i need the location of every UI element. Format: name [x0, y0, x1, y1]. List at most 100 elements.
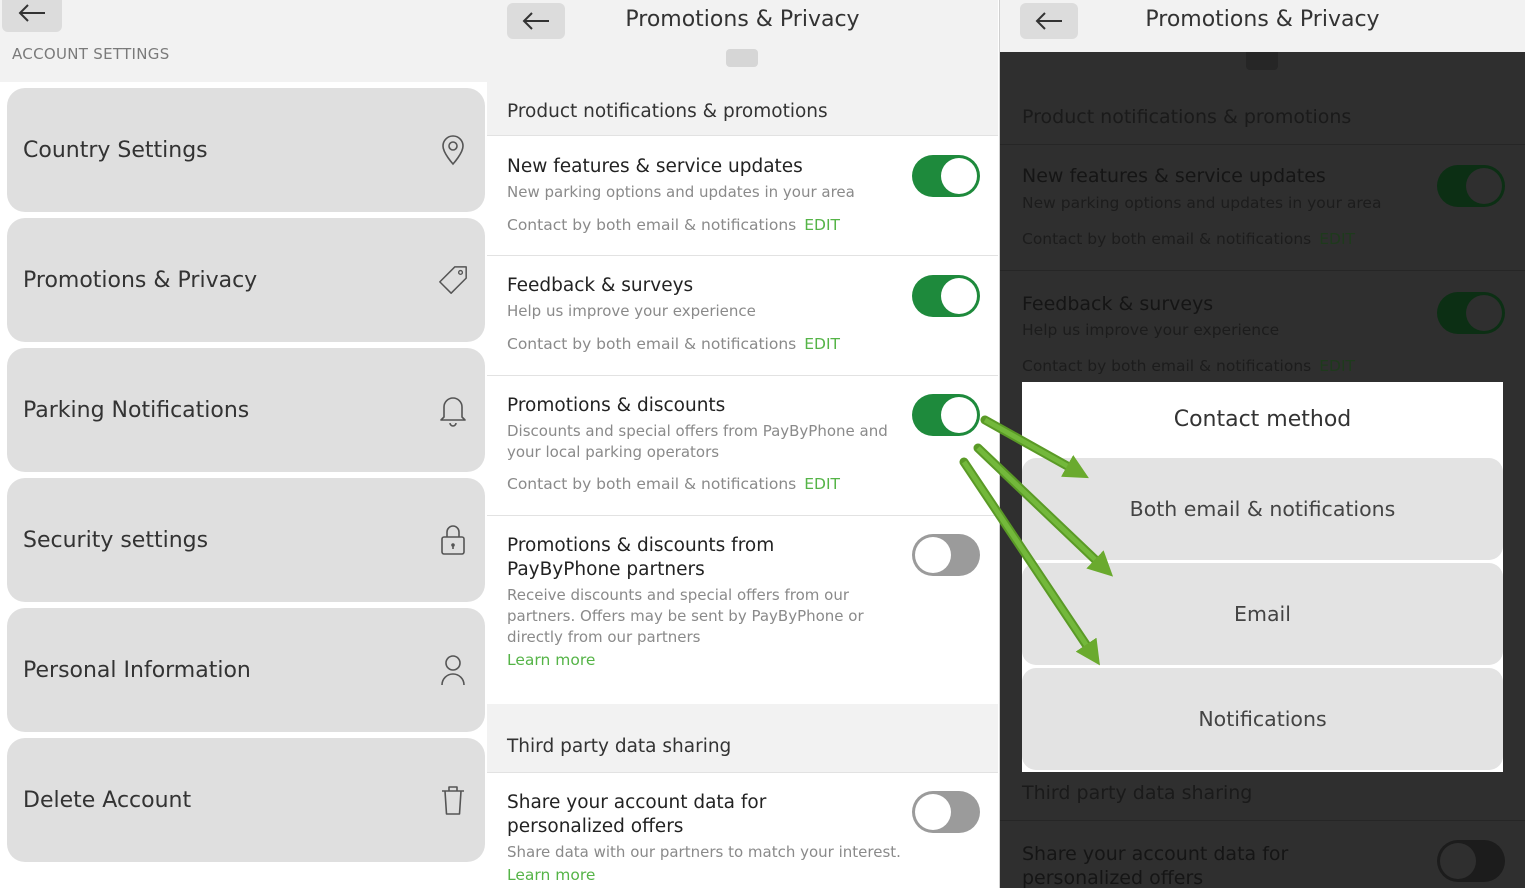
toggle-knob [1466, 168, 1502, 204]
divider [1000, 270, 1525, 271]
bell-icon [437, 394, 469, 427]
contact-line: Contact by both email & notifications EDI… [507, 335, 840, 353]
toggle-switch-partner-promotions[interactable] [912, 534, 980, 576]
page-title: Promotions & Privacy [1145, 7, 1380, 32]
contact-method-text: Contact by both email & notifications [1022, 230, 1312, 248]
settings-item-promotions[interactable]: Promotions & Privacy [7, 218, 485, 342]
promotions-privacy-panel: Promotions & Privacy Product notificatio… [487, 0, 998, 888]
contact-line: Contact by both email & notifications EDI… [507, 216, 840, 234]
row-description-line-2: partners. Offers may be sent by PayByPho… [507, 607, 864, 625]
settings-item-label: Personal Information [23, 657, 251, 683]
section-header-product-notifications: Product notifications & promotions [1022, 106, 1352, 128]
row-title: New features & service updates [1022, 165, 1326, 187]
settings-item-label: Security settings [23, 527, 209, 553]
page-title: Promotions & Privacy [625, 7, 860, 32]
contact-method-text: Contact by both email & notifications [507, 335, 797, 353]
setting-row-promotions: Promotions & discounts Discounts and spe… [487, 377, 998, 516]
contact-line: Contact by both email & notifications EDI… [1022, 357, 1355, 375]
row-description-line-1: Receive discounts and special offers fro… [507, 586, 850, 604]
row-description: Help us improve your experience [1022, 321, 1280, 339]
row-description: Share data with our partners to match yo… [507, 843, 901, 861]
trash-icon [437, 784, 469, 816]
toggle-switch-feedback[interactable] [1437, 292, 1505, 334]
row-title-line-1: Share your account data for [507, 792, 767, 813]
toggle-knob [941, 397, 977, 433]
row-description-line-2: your local parking operators [507, 443, 720, 461]
settings-item-security[interactable]: Security settings [7, 478, 485, 602]
toggle-knob [915, 794, 951, 830]
toggle-knob [915, 537, 951, 573]
toggle-knob [1466, 295, 1502, 331]
row-title: New features & service updates [507, 156, 803, 177]
row-title-line-1: Promotions & discounts from [507, 535, 775, 556]
contact-line: Contact by both email & notifications EDI… [1022, 230, 1355, 248]
setting-row-partner-promotions: Promotions & discounts from PayByPhone p… [487, 517, 998, 704]
toggle-switch-new-features[interactable] [912, 155, 980, 197]
settings-item-country[interactable]: Country Settings [7, 88, 485, 212]
drag-handle [1246, 52, 1278, 70]
row-description: New parking options and updates in your … [507, 183, 855, 201]
dialog-title: Contact method [1173, 406, 1352, 432]
edit-link[interactable]: EDIT [804, 216, 840, 234]
option-notifications[interactable]: Notifications [1022, 668, 1503, 770]
option-both-email-notifications[interactable]: Both email & notifications [1022, 458, 1503, 560]
row-description: Help us improve your experience [507, 302, 756, 320]
settings-item-delete-account[interactable]: Delete Account [7, 738, 485, 862]
tag-icon [437, 264, 469, 296]
screen-header: Promotions & Privacy [487, 0, 998, 88]
toggle-knob [941, 278, 977, 314]
row-title: Promotions & discounts [507, 395, 726, 416]
lock-icon [437, 524, 469, 556]
row-description-line-3: directly from our partners [507, 628, 701, 646]
settings-item-parking-notifications[interactable]: Parking Notifications [7, 348, 485, 472]
settings-item-label: Delete Account [23, 787, 192, 813]
edit-link[interactable]: EDIT [804, 475, 840, 493]
toggle-knob [941, 158, 977, 194]
contact-method-text: Contact by both email & notifications [1022, 357, 1312, 375]
row-title-line-1: Share your account data for [1022, 843, 1289, 865]
divider [1000, 144, 1525, 145]
settings-item-label: Promotions & Privacy [23, 267, 258, 293]
contact-method-text: Contact by both email & notifications [507, 216, 797, 234]
row-title-line-2: personalized offers [507, 816, 684, 837]
row-title-line-2: PayByPhone partners [507, 559, 705, 580]
contact-method-dialog: Contact method Both email & notification… [1022, 382, 1503, 772]
setting-row-share-data: Share your account data for personalized… [487, 774, 998, 888]
toggle-switch-share-data[interactable] [912, 791, 980, 833]
learn-more-link[interactable]: Learn more [507, 866, 595, 884]
toggle-switch-promotions[interactable] [912, 394, 980, 436]
edit-link[interactable]: EDIT [804, 335, 840, 353]
section-header-third-party: Third party data sharing [487, 704, 998, 773]
section-label: ACCOUNT SETTINGS [12, 45, 170, 63]
drag-handle [726, 49, 758, 67]
divider [1000, 820, 1525, 821]
contact-line: Contact by both email & notifications EDI… [507, 475, 840, 493]
option-email[interactable]: Email [1022, 563, 1503, 665]
toggle-switch-feedback[interactable] [912, 275, 980, 317]
row-description-line-1: Discounts and special offers from PayByP… [507, 422, 888, 440]
row-title: Feedback & surveys [507, 275, 694, 296]
section-header-third-party: Third party data sharing [1022, 782, 1253, 804]
location-pin-icon [437, 134, 469, 166]
screen-header: Promotions & Privacy [1000, 0, 1525, 52]
edit-link[interactable]: EDIT [1319, 357, 1355, 375]
learn-more-link[interactable]: Learn more [507, 651, 595, 669]
setting-row-new-features: New features & service updates New parki… [487, 137, 998, 256]
contact-method-text: Contact by both email & notifications [507, 475, 797, 493]
toggle-knob [1440, 843, 1476, 879]
contact-method-panel: Promotions & Privacy Product notificatio… [999, 0, 1525, 888]
edit-link[interactable]: EDIT [1319, 230, 1355, 248]
arrow-left-icon [18, 4, 45, 22]
section-header-product-notifications: Product notifications & promotions [487, 88, 998, 136]
row-title: Feedback & surveys [1022, 293, 1214, 315]
row-description: New parking options and updates in your … [1022, 194, 1382, 212]
setting-row-feedback: Feedback & surveys Help us improve your … [487, 257, 998, 376]
account-settings-panel: ACCOUNT SETTINGS Country Settings Promot… [0, 0, 487, 888]
toggle-switch-share-data[interactable] [1437, 840, 1505, 882]
settings-item-label: Parking Notifications [23, 397, 250, 423]
toggle-switch-new-features[interactable] [1437, 165, 1505, 207]
person-icon [437, 654, 469, 686]
settings-item-label: Country Settings [23, 137, 208, 163]
settings-item-personal-information[interactable]: Personal Information [7, 608, 485, 732]
back-button[interactable] [2, 0, 62, 32]
